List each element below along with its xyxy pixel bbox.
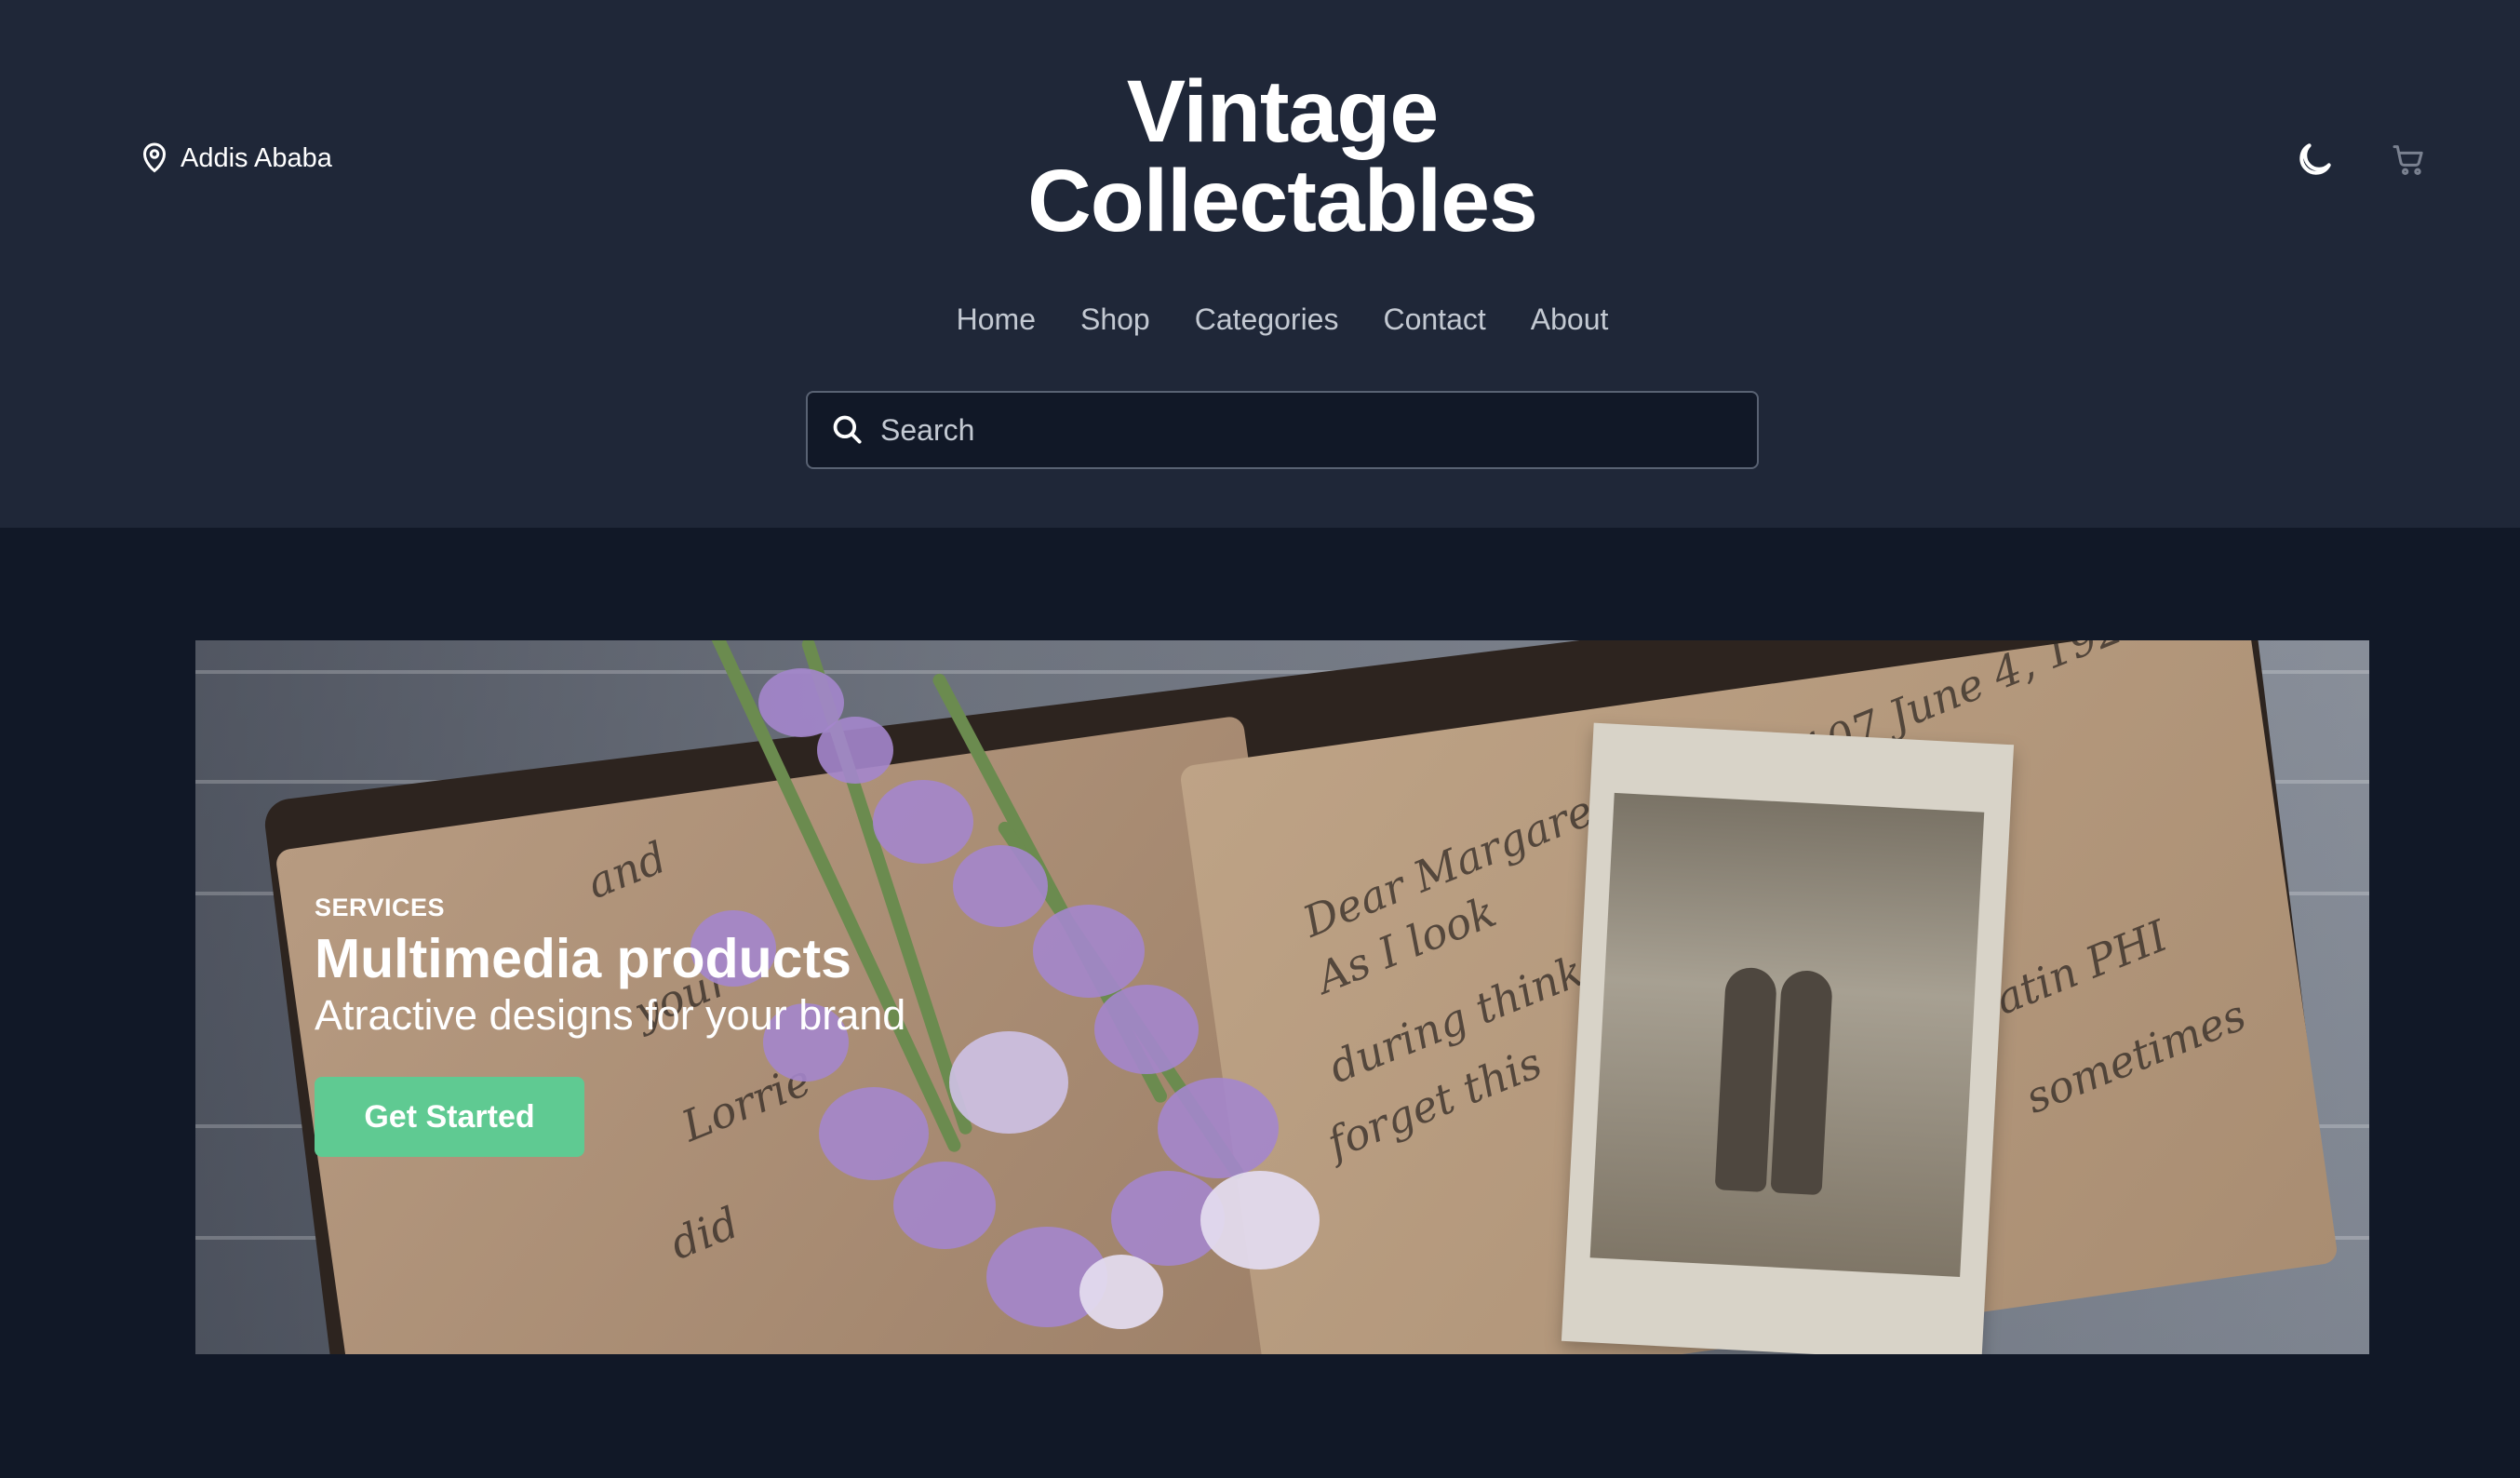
get-started-button[interactable]: Get Started [315,1077,584,1157]
hero-eyebrow: SERVICES [315,894,446,921]
cart-button[interactable] [2387,138,2430,181]
site-logo[interactable]: Vintage Collectables [0,67,2520,246]
nav-contact[interactable]: Contact [1383,302,1485,337]
nav-home[interactable]: Home [957,302,1036,337]
hero-banner: Room 107 June 4, 1925 Dear Margaret As I… [195,640,2369,1354]
main-navigation: Home Shop Categories Contact About [0,302,2520,337]
nav-shop[interactable]: Shop [1080,302,1150,337]
hero-subtitle: Atractive designs for your brand [315,991,906,1039]
brand-line-2: Collectables [1027,152,1538,250]
cart-icon [2393,145,2423,176]
search-input[interactable] [880,393,1757,467]
nav-categories[interactable]: Categories [1195,302,1339,337]
hero-content: SERVICES Multimedia products Atractive d… [315,894,905,1157]
search-bar[interactable] [806,391,1759,469]
moon-icon [2299,143,2331,175]
search-icon [833,415,862,444]
nav-about[interactable]: About [1531,302,1609,337]
site-header: Addis Ababa Vintage Collectables Home Sh… [0,0,2520,528]
brand-line-1: Vintage [1126,62,1439,161]
hero-title: Multimedia products [315,928,851,989]
theme-toggle-button[interactable] [2294,138,2337,181]
